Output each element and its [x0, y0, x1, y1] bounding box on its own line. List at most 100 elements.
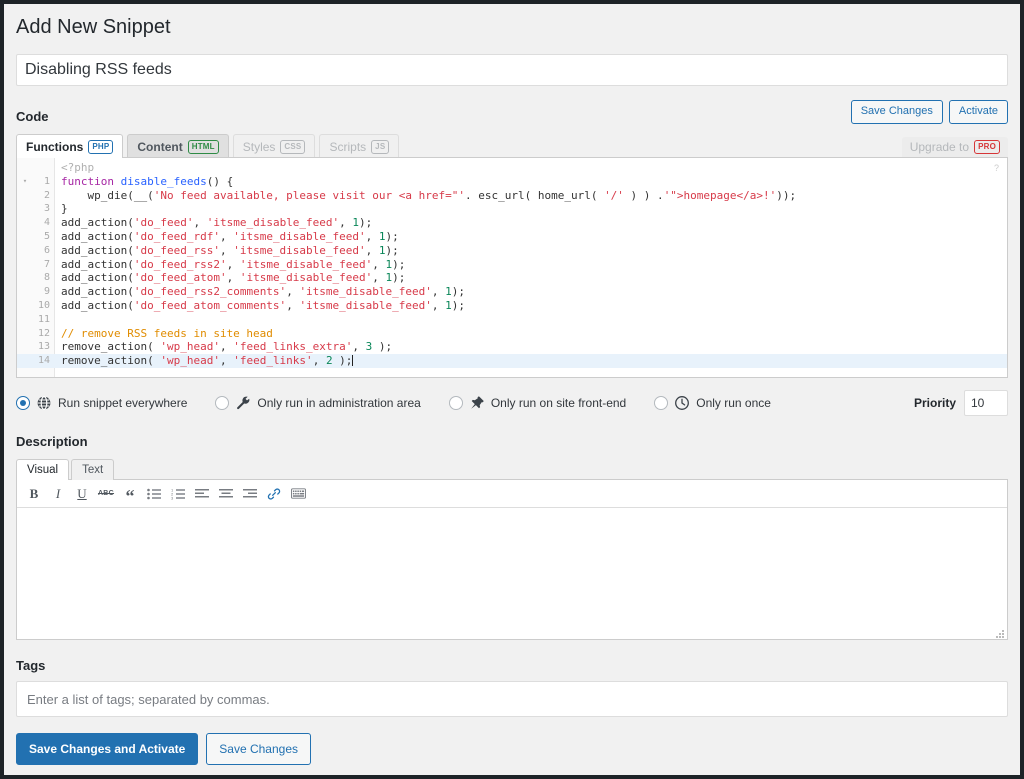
code-line[interactable]: 3}: [17, 202, 1007, 216]
link-icon[interactable]: [263, 483, 285, 505]
description-editor: B I U ABC “ 123: [16, 479, 1008, 640]
align-left-icon[interactable]: [191, 483, 213, 505]
underline-icon[interactable]: U: [71, 483, 93, 505]
scope-radio-frontend[interactable]: [448, 396, 463, 410]
bold-icon[interactable]: B: [23, 483, 45, 505]
priority-input[interactable]: [964, 390, 1008, 416]
strikethrough-icon[interactable]: ABC: [95, 483, 117, 505]
code-tabs: Functions PHP Content HTML Styles CSS Sc…: [16, 133, 400, 158]
tab-text[interactable]: Text: [71, 459, 115, 480]
line-number: 9: [43, 286, 50, 298]
window-edge-bottom: [0, 775, 1024, 779]
globe-icon: [36, 395, 52, 411]
line-number: 2: [43, 189, 50, 201]
snippet-editor-page: Add New Snippet Code Save Changes Activa…: [0, 4, 1024, 765]
code-line[interactable]: 13 remove_action( 'wp_head', 'feed_links_…: [17, 340, 1007, 354]
fold-marker: [17, 161, 33, 175]
scope-label-admin: Only run in administration area: [257, 396, 421, 410]
tab-styles-label: Styles: [242, 139, 276, 154]
code-line[interactable]: 2 wp_die(__('No feed available, please v…: [17, 189, 1007, 203]
footer-buttons: Save Changes and Activate Save Changes: [16, 733, 1008, 765]
code-text: add_action('do_feed_atom_comments', 'its…: [61, 298, 466, 312]
code-line[interactable]: 5 add_action('do_feed_rdf', 'itsme_disabl…: [17, 230, 1007, 244]
line-number: 13: [37, 341, 50, 353]
code-line[interactable]: 10 add_action('do_feed_atom_comments', 'i…: [17, 299, 1007, 313]
description-tabs: Visual Text: [16, 457, 1008, 480]
line-number: 7: [43, 258, 50, 270]
save-and-activate-button[interactable]: Save Changes and Activate: [16, 733, 199, 765]
save-changes-button-bottom[interactable]: Save Changes: [206, 733, 312, 765]
code-line[interactable]: 7 add_action('do_feed_rss2', 'itsme_disab…: [17, 258, 1007, 272]
tab-scripts-label: Scripts: [329, 139, 367, 154]
resize-handle[interactable]: [995, 627, 1005, 638]
tags-input[interactable]: [16, 681, 1008, 717]
code-text: // remove RSS feeds in site head: [61, 326, 273, 340]
scope-option-everywhere[interactable]: Run snippet everywhere: [16, 395, 187, 411]
js-badge: JS: [371, 139, 390, 154]
snippet-title-input[interactable]: [16, 54, 1008, 86]
code-tabs-row: Functions PHP Content HTML Styles CSS Sc…: [16, 132, 1008, 158]
align-center-icon[interactable]: [215, 483, 237, 505]
code-line[interactable]: 6 add_action('do_feed_rss', 'itsme_disabl…: [17, 244, 1007, 258]
numbered-list-icon[interactable]: 123: [167, 483, 189, 505]
scope-options-row: Run snippet everywhere Only run in admin…: [16, 390, 1008, 416]
tab-visual[interactable]: Visual: [16, 459, 70, 480]
code-line[interactable]: 9 add_action('do_feed_rss2_comments', 'it…: [17, 285, 1007, 299]
line-number: 12: [37, 327, 50, 339]
code-line[interactable]: 8 add_action('do_feed_atom', 'itsme_disab…: [17, 271, 1007, 285]
pin-icon: [469, 395, 485, 411]
keyboard-shortcuts-icon[interactable]: [287, 483, 309, 505]
save-changes-button-top[interactable]: Save Changes: [850, 100, 943, 124]
scope-radio-once[interactable]: [654, 396, 669, 410]
code-editor[interactable]: ? <?php ▾ 1 function disable_feeds() {2 wp…: [16, 157, 1008, 378]
line-number: 6: [43, 244, 50, 256]
scope-option-frontend[interactable]: Only run on site front-end: [448, 395, 627, 411]
scope-radio-everywhere[interactable]: [16, 396, 30, 410]
code-line[interactable]: ▾ 1 function disable_feeds() {: [17, 175, 1007, 189]
code-line[interactable]: 4 add_action('do_feed', 'itsme_disable_fe…: [17, 216, 1007, 230]
scope-radio-admin[interactable]: [215, 396, 230, 410]
line-number: 5: [43, 230, 50, 242]
blockquote-icon[interactable]: “: [119, 483, 141, 505]
description-body[interactable]: [17, 508, 1007, 639]
page-title: Add New Snippet: [16, 16, 171, 38]
php-badge: PHP: [88, 139, 114, 154]
bulleted-list-icon[interactable]: [143, 483, 165, 505]
pro-badge: PRO: [974, 140, 1000, 154]
code-text: add_action('do_feed_rss', 'itsme_disable…: [61, 243, 399, 257]
tab-functions[interactable]: Functions PHP: [16, 134, 124, 158]
tab-functions-label: Functions: [26, 139, 84, 154]
description-label: Description: [16, 434, 88, 449]
code-fold-icon[interactable]: ▾: [17, 175, 33, 189]
code-text: function disable_feeds() {: [61, 174, 234, 188]
code-text: add_action('do_feed_rdf', 'itsme_disable…: [61, 229, 399, 243]
tab-content[interactable]: Content HTML: [127, 134, 229, 158]
wrench-icon: [235, 395, 251, 411]
scope-label-frontend: Only run on site front-end: [490, 396, 627, 410]
code-line[interactable]: 11: [17, 313, 1007, 327]
code-lines[interactable]: <?php ▾ 1 function disable_feeds() {2 wp_d…: [17, 158, 1007, 368]
scope-option-admin[interactable]: Only run in administration area: [215, 395, 421, 411]
clock-icon: [674, 395, 690, 411]
priority-label: Priority: [913, 396, 956, 410]
code-line[interactable]: 12 // remove RSS feeds in site head: [17, 327, 1007, 341]
italic-icon[interactable]: I: [47, 483, 69, 505]
description-toolbar: B I U ABC “ 123: [17, 480, 1007, 508]
scope-option-once[interactable]: Only run once: [654, 395, 771, 411]
code-line[interactable]: 14 remove_action( 'wp_head', 'feed_links'…: [17, 354, 1007, 368]
tab-styles[interactable]: Styles CSS: [232, 134, 316, 158]
line-number: 1: [43, 175, 50, 187]
activate-button[interactable]: Activate: [948, 100, 1008, 124]
upgrade-label: Upgrade to: [909, 140, 970, 154]
scope-label-once: Only run once: [696, 396, 771, 410]
tab-scripts[interactable]: Scripts JS: [319, 134, 400, 158]
line-number: [33, 161, 55, 175]
align-right-icon[interactable]: [239, 483, 261, 505]
upgrade-to-pro-link[interactable]: Upgrade to PRO: [901, 137, 1008, 157]
